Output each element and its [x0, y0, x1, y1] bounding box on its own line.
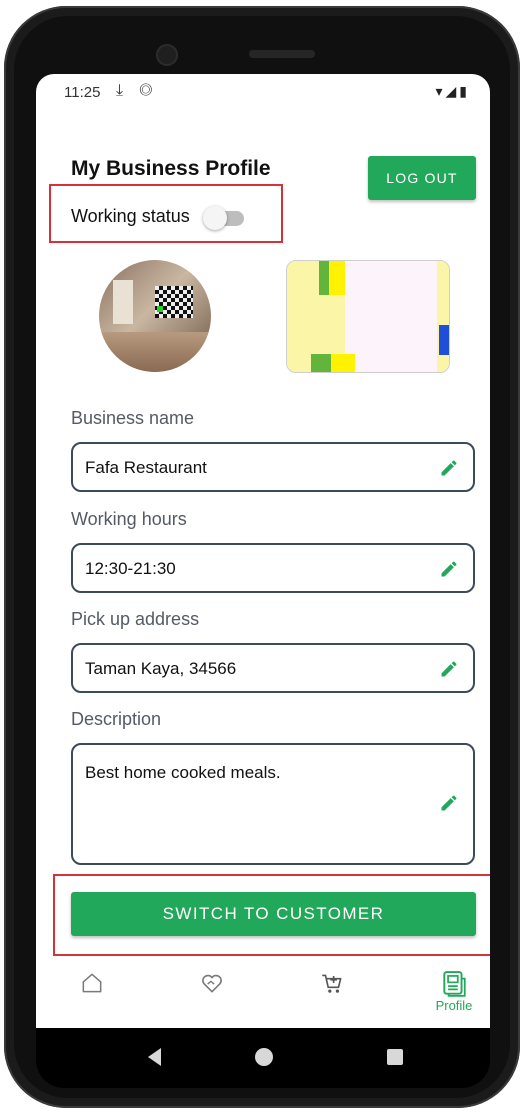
pickup-address-field[interactable]: Taman Kaya, 34566	[71, 643, 475, 693]
back-icon[interactable]	[148, 1048, 161, 1066]
earpiece-speaker	[249, 50, 315, 58]
banner-shape	[437, 261, 449, 372]
avatar-floor	[99, 332, 211, 372]
banner-shape	[331, 354, 355, 372]
business-banner-image[interactable]	[286, 260, 450, 373]
avatar-chessboard	[155, 286, 193, 318]
banner-shape	[319, 261, 329, 295]
download-icon: ⤓ ◎	[116, 82, 159, 99]
working-hours-value: 12:30-21:30	[85, 559, 176, 578]
business-name-label: Business name	[71, 408, 195, 428]
working-hours-label: Working hours	[71, 509, 187, 529]
pickup-address-value: Taman Kaya, 34566	[85, 659, 237, 678]
app-screen: 11:25 ⤓ ◎ ▾◢▮ My Business Profile LOG OU…	[36, 74, 490, 1028]
nav-cart[interactable]	[302, 970, 362, 1022]
status-bar: 11:25 ⤓ ◎ ▾◢▮	[36, 74, 490, 110]
description-value: Best home cooked meals.	[85, 763, 281, 782]
business-name-value: Fafa Restaurant	[85, 458, 207, 477]
recents-icon[interactable]	[387, 1049, 403, 1065]
avatar-dot	[157, 306, 163, 312]
switch-to-customer-button[interactable]: SWITCH TO CUSTOMER	[71, 892, 476, 936]
profile-avatar[interactable]	[99, 260, 211, 372]
banner-shape	[439, 325, 449, 355]
edit-pencil-icon[interactable]	[439, 458, 459, 478]
nav-home[interactable]	[62, 970, 122, 1022]
toggle-thumb[interactable]	[203, 206, 227, 230]
edit-pencil-icon[interactable]	[439, 659, 459, 679]
description-label: Description	[71, 709, 162, 729]
description-field[interactable]: Best home cooked meals.	[71, 743, 475, 865]
pickup-address-label: Pick up address	[71, 609, 200, 629]
status-time: 11:25	[64, 84, 101, 101]
signal-battery-icon: ▾◢▮	[435, 83, 470, 99]
banner-shape	[311, 354, 331, 372]
home-icon[interactable]	[79, 970, 105, 996]
working-hours-field[interactable]: 12:30-21:30	[71, 543, 475, 593]
page-title: My Business Profile	[71, 157, 271, 180]
nav-favorites[interactable]	[182, 970, 242, 1022]
system-nav-bar	[36, 1028, 490, 1088]
business-name-field[interactable]: Fafa Restaurant	[71, 442, 475, 492]
edit-pencil-icon[interactable]	[439, 559, 459, 579]
avatar-window	[113, 280, 133, 324]
profile-icon[interactable]	[441, 970, 467, 998]
home-circle-icon[interactable]	[255, 1048, 273, 1066]
edit-pencil-icon[interactable]	[439, 793, 459, 813]
nav-profile[interactable]: Profile	[424, 970, 484, 1022]
bottom-navigation: Profile	[36, 962, 490, 1028]
nav-profile-label: Profile	[435, 998, 473, 1013]
front-camera	[156, 44, 178, 66]
cart-add-icon[interactable]	[319, 970, 345, 996]
working-status-label: Working status	[71, 206, 190, 226]
heart-handshake-icon[interactable]	[199, 970, 225, 996]
logout-button[interactable]: LOG OUT	[368, 156, 476, 200]
banner-shape	[329, 261, 345, 295]
